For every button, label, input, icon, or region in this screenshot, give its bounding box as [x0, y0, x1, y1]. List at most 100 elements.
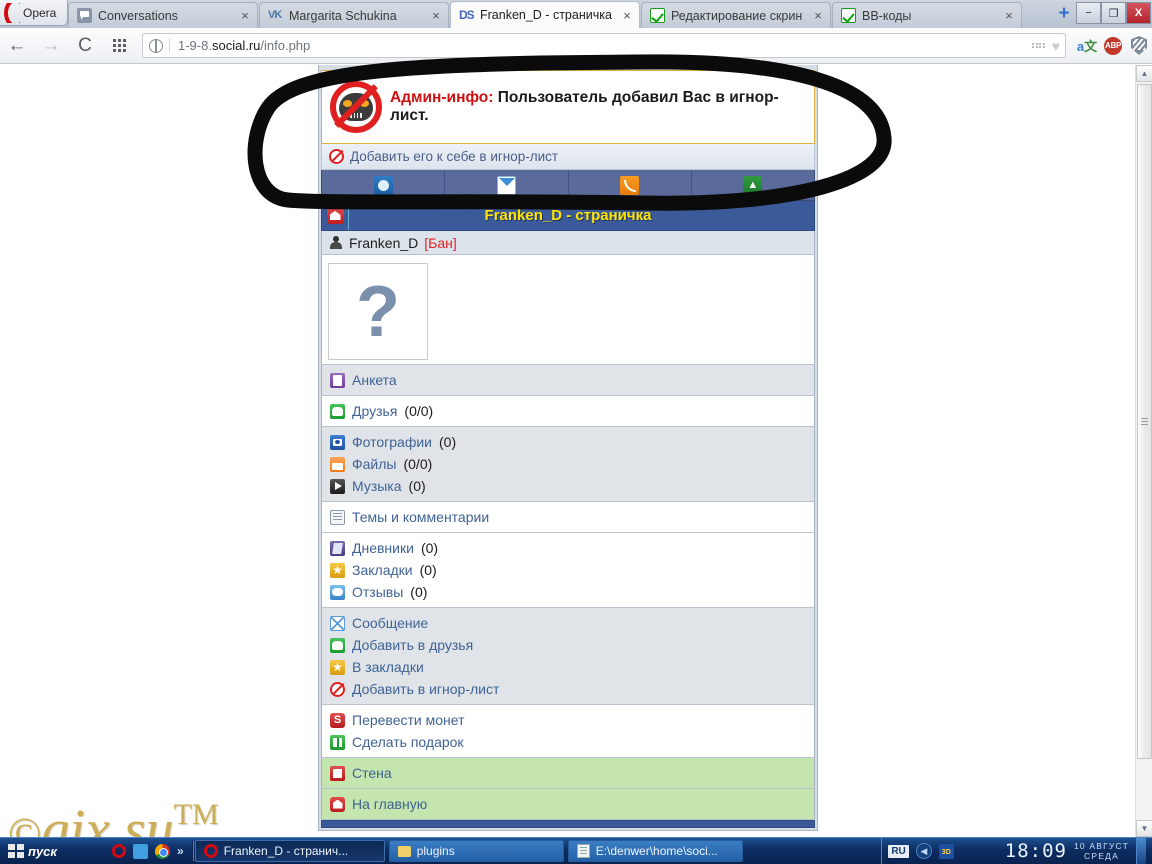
windows-taskbar: пуск » Franken_D - странич... plugins E:… [0, 837, 1152, 864]
browser-tab-redaktirovanie-skrin[interactable]: Редактирование скрин × [641, 2, 831, 28]
menu-label: Музыка [352, 478, 402, 494]
menu-group-media: Фотографии (0) Файлы (0/0) Музыка (0) [321, 427, 815, 502]
browser-tab-bb-kody[interactable]: ВВ-коды × [832, 2, 1022, 28]
new-tab-button[interactable]: + [1054, 4, 1074, 24]
menu-item-home[interactable]: На главную [322, 793, 814, 815]
clock[interactable]: 18:09 [1005, 840, 1067, 862]
close-icon[interactable]: × [810, 9, 826, 22]
star-icon [330, 562, 345, 578]
profile-blue-icon [373, 175, 393, 195]
tray-date-line1: 10 АВГУСТ [1073, 841, 1129, 851]
friends-icon [330, 637, 345, 653]
ie-icon[interactable] [133, 843, 148, 859]
admin-notice-text: Админ-инфо: Пользователь добавил Вас в и… [390, 89, 806, 125]
taskbar-item-plugins[interactable]: plugins [388, 840, 564, 862]
minimize-button[interactable]: − [1076, 2, 1101, 24]
menu-item-music[interactable]: Музыка (0) [322, 475, 814, 497]
apps-grid-icon[interactable] [1032, 42, 1045, 49]
opera-icon[interactable] [112, 844, 126, 858]
start-button[interactable]: пуск [0, 838, 106, 864]
menu-item-anketa[interactable]: Анкета [322, 369, 814, 391]
toolbar-cell-rss[interactable] [569, 170, 692, 200]
window-controls: − ❐ X [1076, 0, 1152, 26]
divider [169, 38, 170, 53]
forward-icon[interactable]: → [34, 29, 68, 63]
menu-item-transfer-coins[interactable]: Перевести монет [322, 709, 814, 731]
language-indicator[interactable]: RU [888, 844, 909, 858]
reload-icon[interactable]: C [68, 29, 102, 63]
translate-icon[interactable]: a文 [1074, 29, 1100, 63]
back-icon[interactable]: ← [0, 29, 34, 63]
menu-item-files[interactable]: Файлы (0/0) [322, 453, 814, 475]
address-bar[interactable]: 1-9-8.social.ru/info.php ♥ [142, 33, 1066, 58]
profile-icon-toolbar [321, 170, 815, 201]
star-icon [330, 659, 345, 675]
vk-icon: VK [268, 9, 282, 21]
menu-item-diaries[interactable]: Дневники (0) [322, 537, 814, 559]
menu-group-themes: Темы и комментарии [321, 502, 815, 533]
taskbar-item-label: Franken_D - странич... [223, 844, 349, 858]
anketa-icon [330, 372, 345, 388]
toolbar-cell-green[interactable] [692, 170, 814, 200]
close-icon[interactable]: × [237, 9, 253, 22]
toolbar-cell-mail[interactable] [445, 170, 569, 200]
chrome-icon[interactable] [155, 843, 170, 859]
close-icon[interactable]: × [428, 9, 444, 22]
url-domain: social.ru [211, 38, 261, 53]
add-to-ignore-bar[interactable]: Добавить его к себе в игнор-лист [321, 144, 815, 170]
tab-title: Margarita Schukina [289, 8, 397, 23]
avatar-area: ? [321, 255, 815, 365]
chevron-right-icon[interactable]: » [177, 844, 184, 858]
browser-tab-franken-d[interactable]: DS Franken_D - страничка × [450, 1, 640, 28]
heart-icon[interactable]: ♥ [1052, 38, 1060, 54]
menu-label: Закладки [352, 562, 413, 578]
close-icon[interactable]: × [1001, 9, 1017, 22]
close-window-button[interactable]: X [1126, 2, 1151, 24]
menu-group-actions: Сообщение Добавить в друзья В закладки Д… [321, 608, 815, 705]
menu-item-reviews[interactable]: Отзывы (0) [322, 581, 814, 603]
scrollbar-thumb[interactable] [1137, 84, 1152, 759]
photo-icon [330, 434, 345, 450]
menu-item-bookmarks[interactable]: Закладки (0) [322, 559, 814, 581]
adblock-icon[interactable]: ABP [1100, 29, 1126, 63]
browser-tab-conversations[interactable]: Conversations × [68, 2, 258, 28]
diary-icon [330, 540, 345, 556]
watermark-tm: TM [173, 798, 219, 831]
menu-item-add-bookmark[interactable]: В закладки [322, 656, 814, 678]
scroll-up-icon[interactable]: ▲ [1136, 65, 1152, 82]
maximize-button[interactable]: ❐ [1101, 2, 1126, 24]
menu-item-themes-comments[interactable]: Темы и комментарии [322, 506, 814, 528]
opera-menu-button[interactable]: Opera [0, 0, 68, 26]
toolbar-cell-profile[interactable] [322, 170, 446, 200]
menu-label: Отзывы [352, 584, 404, 600]
menu-item-message[interactable]: Сообщение [322, 612, 814, 634]
menu-item-wall[interactable]: Стена [322, 762, 814, 784]
speeddial-icon[interactable] [102, 29, 136, 63]
menu-item-friends[interactable]: Друзья (0/0) [322, 400, 814, 422]
shield-icon[interactable] [1126, 29, 1152, 63]
menu-label: Сделать подарок [352, 734, 464, 750]
xnview-icon[interactable] [938, 843, 954, 859]
menu-item-photos[interactable]: Фотографии (0) [322, 431, 814, 453]
menu-group-content: Дневники (0) Закладки (0) Отзывы (0) [321, 533, 815, 608]
show-desktop-button[interactable] [1136, 837, 1146, 864]
menu-item-add-ignore[interactable]: Добавить в игнор-лист [322, 678, 814, 700]
browser-tabstrip-area: Opera Conversations × VK Margarita Schuk… [0, 0, 1152, 28]
chevron-left-icon[interactable]: ◀ [915, 843, 932, 859]
menu-item-add-friend[interactable]: Добавить в друзья [322, 634, 814, 656]
keys-icon[interactable] [983, 844, 998, 859]
menu-label: Дневники [352, 540, 414, 556]
taskbar-item-notepad[interactable]: E:\denwer\home\soci... [567, 840, 743, 862]
ccleaner-icon[interactable] [961, 844, 976, 859]
home-icon [326, 207, 344, 224]
close-icon[interactable]: × [619, 9, 635, 22]
menu-count: (0) [408, 478, 426, 494]
page-title-bar: Franken_D - страничка [321, 201, 815, 231]
page-scrollbar[interactable]: ▲ ▼ [1135, 65, 1152, 837]
browser-tab-margarita-schukina[interactable]: VK Margarita Schukina × [259, 2, 449, 28]
scroll-down-icon[interactable]: ▼ [1136, 820, 1152, 837]
add-to-ignore-label: Добавить его к себе в игнор-лист [350, 149, 559, 164]
taskbar-item-opera[interactable]: Franken_D - странич... [194, 840, 385, 862]
menu-item-send-gift[interactable]: Сделать подарок [322, 731, 814, 753]
home-button[interactable] [322, 201, 349, 230]
